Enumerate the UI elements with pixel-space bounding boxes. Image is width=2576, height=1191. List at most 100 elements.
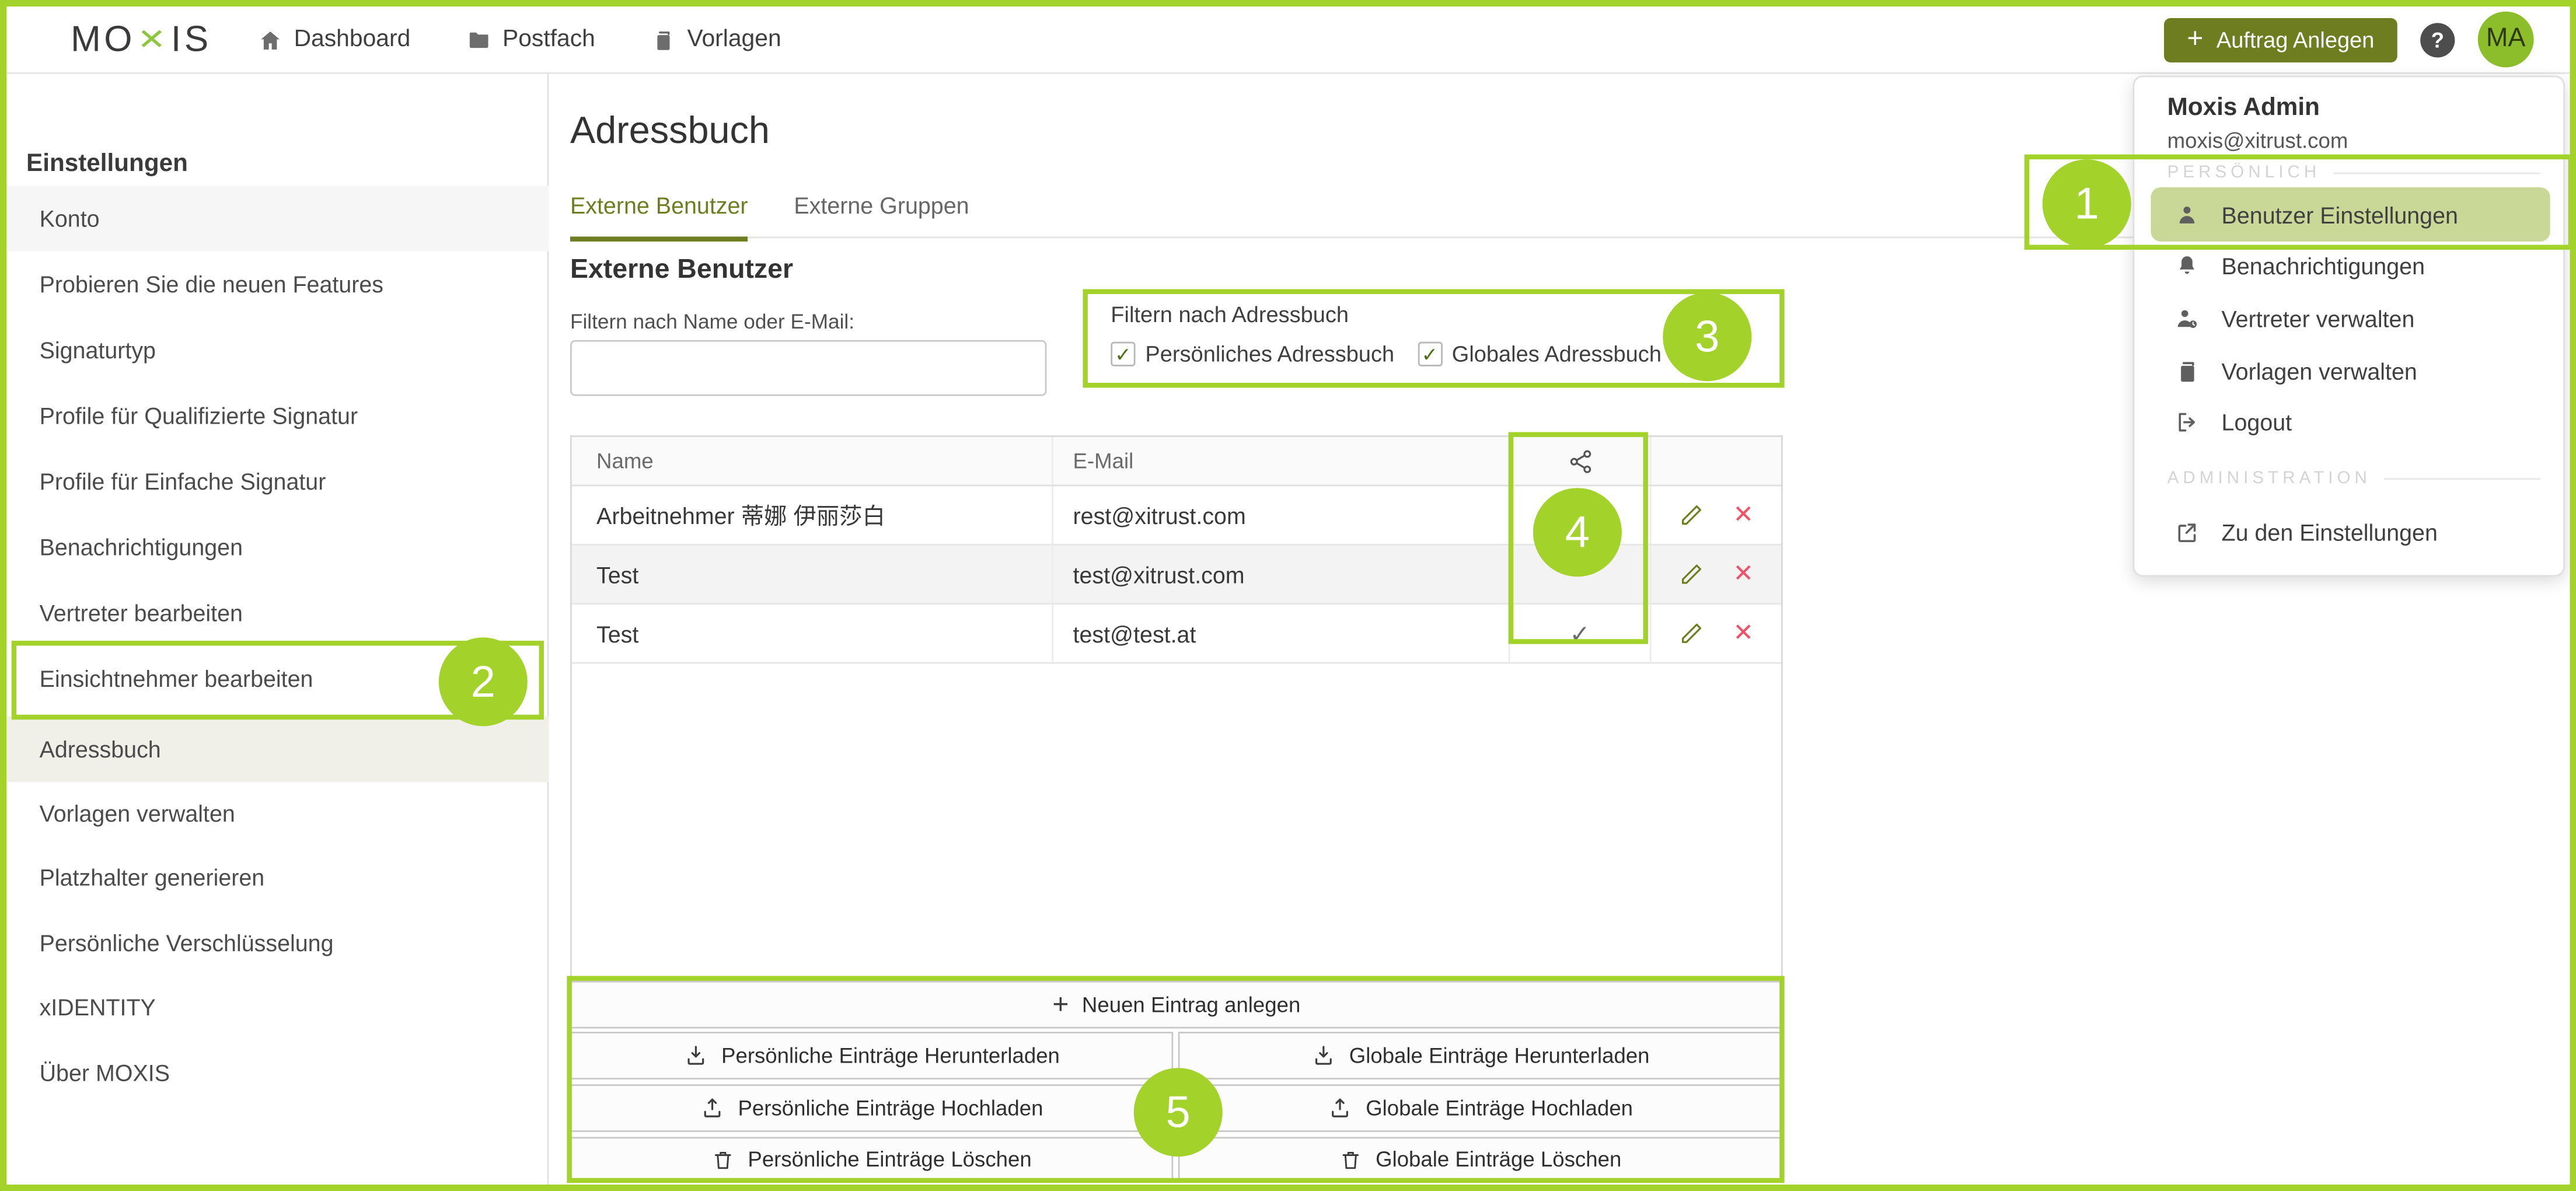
- checkbox-label: Persönliches Adressbuch: [1145, 342, 1394, 366]
- table-row[interactable]: Test test@xitrust.com ✕: [572, 546, 1781, 605]
- download-icon: [1311, 1043, 1336, 1068]
- sidebar-item-verschluesselung[interactable]: Persönliche Verschlüsselung: [6, 910, 549, 976]
- delete-icon[interactable]: ✕: [1733, 503, 1754, 528]
- sidebar-item-profile-einfache[interactable]: Profile für Einfache Signatur: [6, 449, 549, 515]
- nav-label: Postfach: [502, 26, 595, 53]
- logo-text: MO: [71, 18, 135, 61]
- column-header-shared[interactable]: [1510, 437, 1651, 485]
- sidebar-item-konto[interactable]: Konto: [6, 186, 549, 252]
- download-icon: [683, 1043, 708, 1068]
- share-icon: [1567, 448, 1593, 474]
- checkbox-checked-icon: ✓: [1111, 342, 1135, 366]
- delete-icon[interactable]: ✕: [1733, 621, 1754, 645]
- nav-vorlagen[interactable]: Vorlagen: [651, 26, 781, 53]
- tab-externe-gruppen[interactable]: Externe Gruppen: [794, 192, 969, 241]
- cell-email: test@xitrust.com: [1053, 546, 1510, 603]
- section-administration: ADMINISTRATION: [2167, 468, 2540, 488]
- sidebar-item-signaturtyp[interactable]: Signaturtyp: [6, 317, 549, 383]
- sidebar-item-xidentity[interactable]: xIDENTITY: [6, 975, 549, 1040]
- create-order-label: Auftrag Anlegen: [2217, 27, 2375, 51]
- menu-item-benachrichtigungen[interactable]: Benachrichtigungen: [2151, 246, 2550, 286]
- menu-item-vorlagen-verwalten[interactable]: Vorlagen verwalten: [2151, 352, 2550, 392]
- menu-item-logout[interactable]: Logout: [2151, 403, 2550, 442]
- user-menu: Moxis Admin moxis@xitrust.com PERSÖNLICH…: [2133, 76, 2565, 577]
- external-users-table: Name E-Mail Arbeitnehmer 蒂娜 伊丽莎白 rest@xi…: [570, 435, 1783, 979]
- help-icon[interactable]: ?: [2420, 22, 2455, 57]
- upload-global-entries-button[interactable]: Globale Einträge Hochladen: [1178, 1084, 1783, 1132]
- check-icon: ✓: [1569, 619, 1590, 648]
- addressbook-filter-label: Filtern nach Adressbuch: [1111, 302, 1349, 327]
- section-divider: [2384, 477, 2540, 479]
- sidebar-item-neue-features[interactable]: Probieren Sie die neuen Features: [6, 252, 549, 317]
- cell-shared: [1510, 486, 1651, 544]
- menu-item-label: Vorlagen verwalten: [2222, 358, 2417, 385]
- cell-shared: ✓: [1510, 605, 1651, 662]
- external-link-icon: [2174, 519, 2200, 546]
- name-filter-input[interactable]: [570, 340, 1046, 396]
- checkbox-globales-adressbuch[interactable]: ✓ Globales Adressbuch: [1418, 342, 1662, 366]
- menu-item-vertreter-verwalten[interactable]: Vertreter verwalten: [2151, 299, 2550, 338]
- tab-externe-benutzer[interactable]: Externe Benutzer: [570, 192, 748, 241]
- nav-dashboard[interactable]: Dashboard: [258, 26, 411, 53]
- checkbox-persoenliches-adressbuch[interactable]: ✓ Persönliches Adressbuch: [1111, 342, 1394, 366]
- table-row[interactable]: Arbeitnehmer 蒂娜 伊丽莎白 rest@xitrust.com ✕: [572, 486, 1781, 545]
- tabs: Externe Benutzer Externe Gruppen: [570, 192, 969, 241]
- section-divider: [2334, 172, 2540, 173]
- edit-icon[interactable]: [1679, 503, 1704, 528]
- sidebar-item-adressbuch[interactable]: Adressbuch: [6, 717, 549, 783]
- nav-label: Dashboard: [294, 26, 411, 53]
- button-label: Persönliche Einträge Löschen: [748, 1147, 1031, 1171]
- user-clock-icon: [2174, 306, 2200, 332]
- sidebar-item-benachrichtigungen[interactable]: Benachrichtigungen: [6, 514, 549, 580]
- upload-personal-entries-button[interactable]: Persönliche Einträge Hochladen: [570, 1084, 1173, 1132]
- edit-icon[interactable]: [1679, 621, 1704, 645]
- sidebar-item-einsichtnehmer[interactable]: Einsichtnehmer bearbeiten: [6, 645, 549, 711]
- nav-postfach[interactable]: Postfach: [466, 26, 595, 53]
- cell-shared: [1510, 546, 1651, 603]
- trash-icon: [1339, 1148, 1362, 1171]
- cell-name: Arbeitnehmer 蒂娜 伊丽莎白: [572, 486, 1053, 544]
- annotation-number-1: 1: [2043, 159, 2131, 248]
- sidebar-item-profile-qualifizierte[interactable]: Profile für Qualifizierte Signatur: [6, 383, 549, 449]
- sidebar-item-vertreter-bearbeiten[interactable]: Vertreter bearbeiten: [6, 580, 549, 646]
- column-header-email[interactable]: E-Mail: [1053, 437, 1510, 485]
- logout-icon: [2174, 409, 2200, 435]
- avatar[interactable]: MA: [2478, 12, 2534, 68]
- table-header-row: Name E-Mail: [572, 437, 1781, 486]
- column-header-actions: [1652, 437, 1781, 485]
- create-order-button[interactable]: + Auftrag Anlegen: [2164, 18, 2397, 62]
- new-entry-label: Neuen Eintrag anlegen: [1082, 993, 1300, 1017]
- new-entry-button[interactable]: + Neuen Eintrag anlegen: [570, 981, 1783, 1029]
- section-title: Externe Benutzer: [570, 254, 793, 285]
- menu-item-zu-den-einstellungen[interactable]: Zu den Einstellungen: [2151, 512, 2550, 552]
- delete-icon[interactable]: ✕: [1733, 562, 1754, 586]
- trash-icon: [711, 1148, 734, 1171]
- user-icon: [2174, 201, 2200, 228]
- button-label: Globale Einträge Herunterladen: [1349, 1043, 1650, 1068]
- plus-icon: +: [1052, 991, 1069, 1019]
- navbar-right: + Auftrag Anlegen ? MA: [2164, 12, 2534, 68]
- edit-icon[interactable]: [1679, 562, 1704, 586]
- button-label: Globale Einträge Löschen: [1376, 1147, 1621, 1171]
- download-global-entries-button[interactable]: Globale Einträge Herunterladen: [1178, 1032, 1783, 1080]
- menu-item-label: Logout: [2222, 409, 2292, 435]
- menu-item-benutzer-einstellungen[interactable]: Benutzer Einstellungen: [2151, 187, 2550, 242]
- moxis-logo[interactable]: MO✕IS: [71, 18, 212, 61]
- table-row[interactable]: Test test@test.at ✓ ✕: [572, 605, 1781, 663]
- checkbox-label: Globales Adressbuch: [1452, 342, 1662, 366]
- top-navbar: MO✕IS Dashboard Postfach Vorlagen + Auft…: [6, 6, 2570, 74]
- delete-personal-entries-button[interactable]: Persönliche Einträge Löschen: [570, 1137, 1173, 1181]
- checkbox-checked-icon: ✓: [1418, 342, 1442, 366]
- download-personal-entries-button[interactable]: Persönliche Einträge Herunterladen: [570, 1032, 1173, 1080]
- sidebar-item-vorlagen-verwalten[interactable]: Vorlagen verwalten: [6, 780, 549, 846]
- delete-global-entries-button[interactable]: Globale Einträge Löschen: [1178, 1137, 1783, 1181]
- page-title: Adressbuch: [570, 109, 770, 153]
- sidebar-item-ueber-moxis[interactable]: Über MOXIS: [6, 1040, 549, 1106]
- menu-item-label: Vertreter verwalten: [2222, 306, 2415, 332]
- app-screen: MO✕IS Dashboard Postfach Vorlagen + Auft…: [0, 0, 2576, 1191]
- cell-email: test@test.at: [1053, 605, 1510, 662]
- sidebar-item-platzhalter[interactable]: Platzhalter generieren: [6, 844, 549, 910]
- cell-name: Test: [572, 546, 1053, 603]
- column-header-name[interactable]: Name: [572, 437, 1053, 485]
- section-persoenlich: PERSÖNLICH: [2167, 163, 2540, 183]
